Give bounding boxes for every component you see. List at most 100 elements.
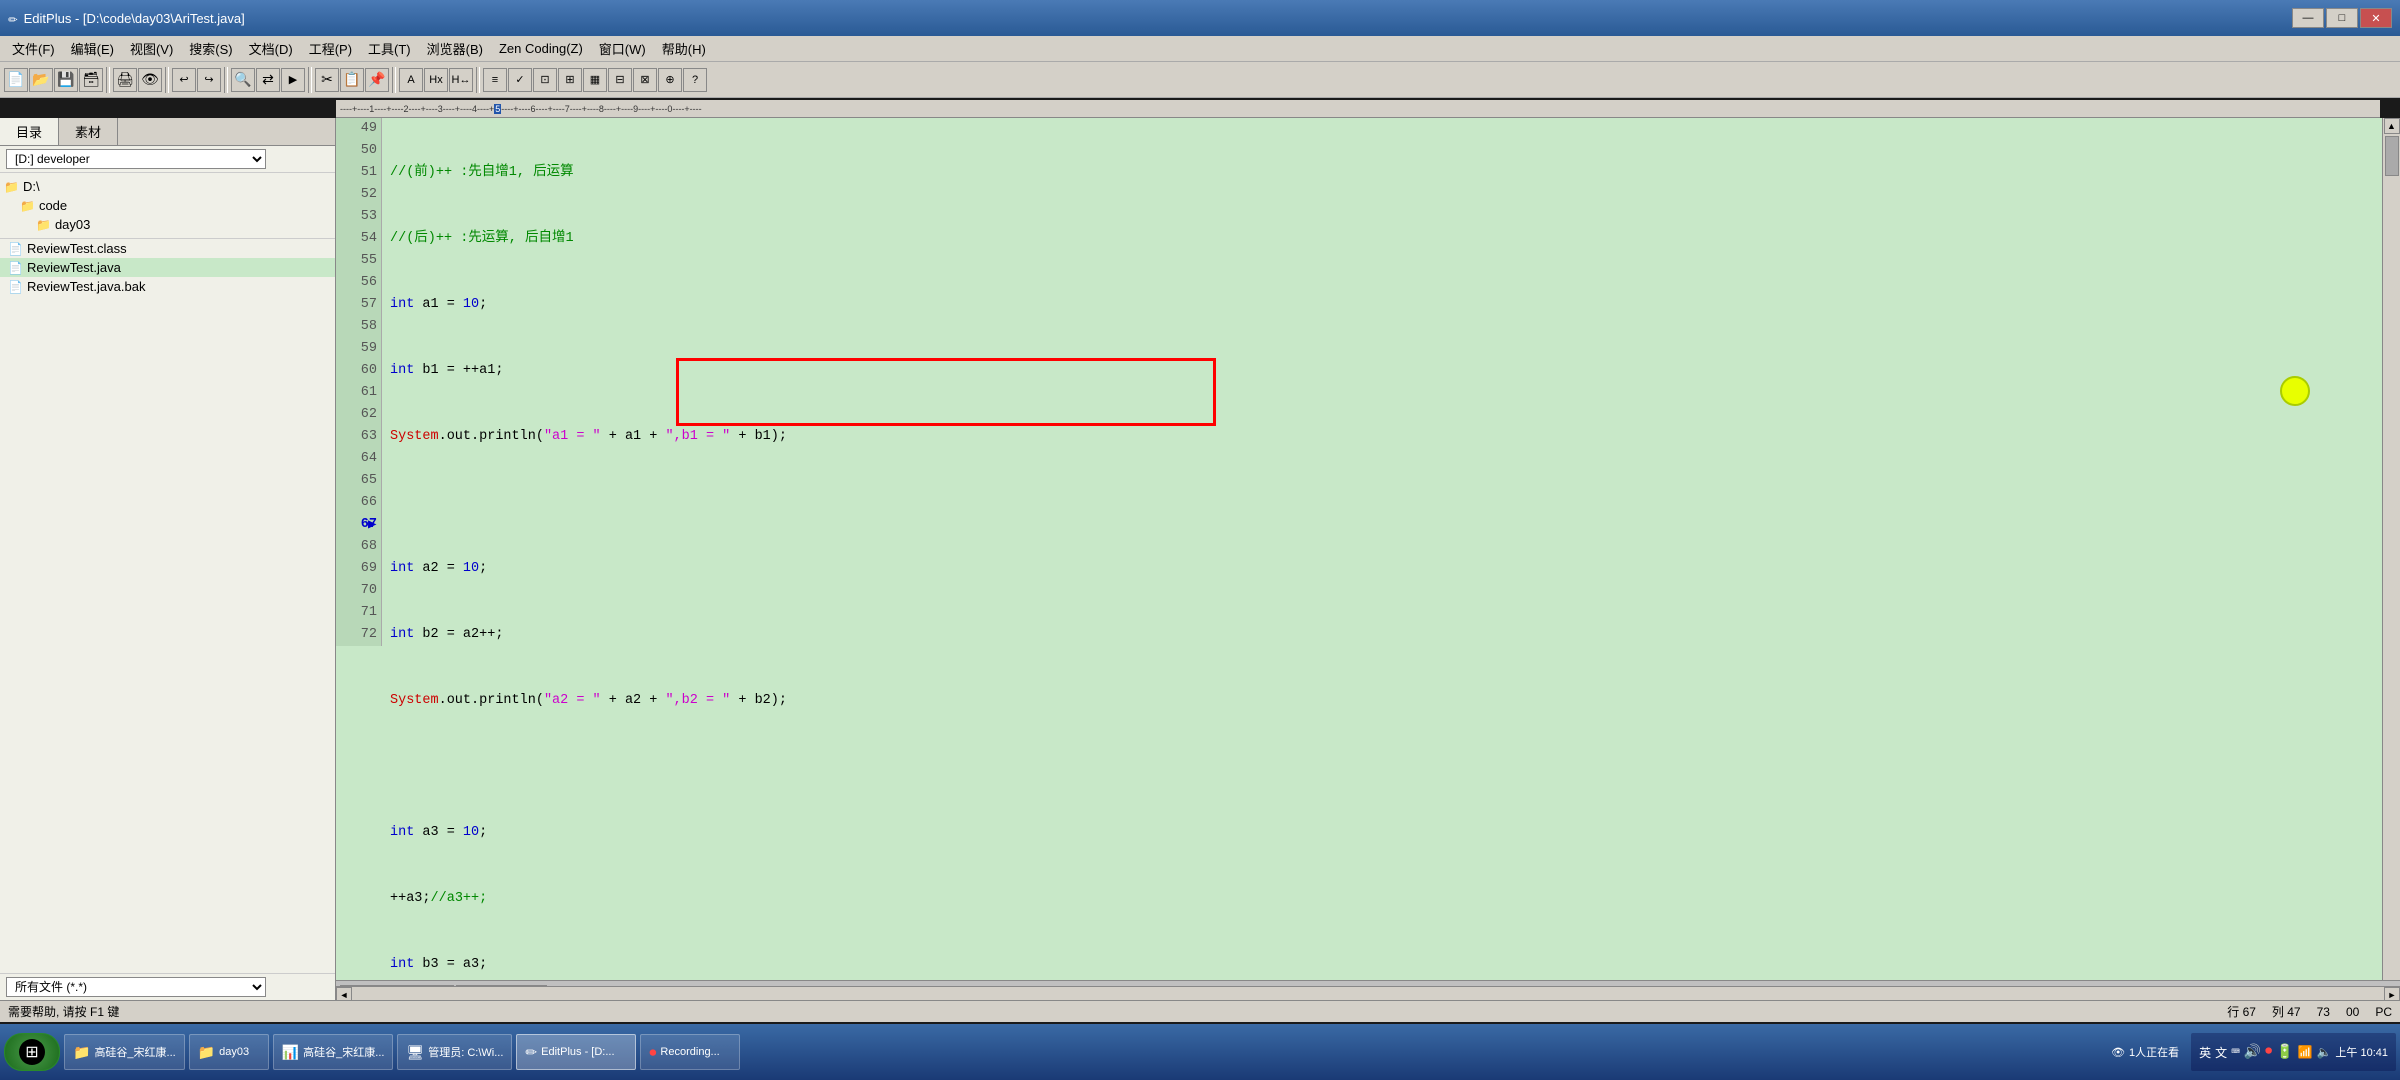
tray-ime-icon[interactable]: 文 xyxy=(2215,1044,2227,1061)
taskbar-icon-3: 📊 xyxy=(282,1044,299,1061)
file-label-java: ReviewTest.java xyxy=(27,260,121,275)
tray-lang-icon[interactable]: 英 xyxy=(2199,1044,2211,1061)
taskbar-item-gaogui2[interactable]: 📊 高硅谷_宋红康... xyxy=(273,1034,394,1070)
find-button[interactable]: 🔍 xyxy=(231,68,255,92)
code-area[interactable]: 49 50 51 52 53 54 55 56 57 58 59 60 61 6… xyxy=(336,118,2400,1000)
replace-button[interactable]: ⇄ xyxy=(256,68,280,92)
toolbar-extra-1[interactable]: A xyxy=(399,68,423,92)
minimize-button[interactable]: — xyxy=(2292,8,2324,28)
redo-button[interactable]: ↪ xyxy=(197,68,221,92)
taskbar-label-3: 高硅谷_宋红康... xyxy=(303,1044,384,1060)
file-icon-java: 📄 xyxy=(8,261,23,275)
tray-speaker-icon[interactable]: 🔈 xyxy=(2316,1045,2331,1060)
file-icon-class: 📄 xyxy=(8,242,23,256)
code-line-51: int a1 = 10; xyxy=(390,294,2376,316)
taskbar-label-5: EditPlus - [D:... xyxy=(541,1046,614,1058)
tray-battery-icon[interactable]: 🔋 xyxy=(2276,1044,2293,1061)
taskbar-icon-1: 📁 xyxy=(73,1044,90,1061)
toolbar-extra-5[interactable]: ✓ xyxy=(508,68,532,92)
taskbar-item-editplus[interactable]: ✏ EditPlus - [D:... xyxy=(516,1034,636,1070)
line-num-65: 65 xyxy=(340,470,377,492)
v-scrollbar[interactable]: ▲ ▼ xyxy=(2382,118,2400,1000)
menu-view[interactable]: 视图(V) xyxy=(122,37,181,60)
taskbar-icon-2: 📁 xyxy=(198,1044,215,1061)
menu-file[interactable]: 文件(F) xyxy=(4,37,63,60)
open-button[interactable]: 📂 xyxy=(29,68,53,92)
toolbar-extra-3[interactable]: H↔ xyxy=(449,68,473,92)
code-line-58 xyxy=(390,756,2376,778)
file-item-reviewtest-java[interactable]: 📄 ReviewTest.java xyxy=(0,258,335,277)
line-num-57: 57 xyxy=(340,294,377,316)
line-numbers: 49 50 51 52 53 54 55 56 57 58 59 60 61 6… xyxy=(336,118,382,646)
toolbar-extra-9[interactable]: ⊟ xyxy=(608,68,632,92)
file-item-reviewtest-class[interactable]: 📄 ReviewTest.class xyxy=(0,239,335,258)
line-num-51: 51 xyxy=(340,162,377,184)
toolbar-extra-10[interactable]: ⊠ xyxy=(633,68,657,92)
main-layout: 目录 素材 [D:] developer 📁 D:\ 📁 code 📁 day0… xyxy=(0,118,2400,1000)
taskbar-item-day03[interactable]: 📁 day03 xyxy=(189,1034,269,1070)
menu-doc[interactable]: 文档(D) xyxy=(241,37,301,60)
maximize-button[interactable]: □ xyxy=(2326,8,2358,28)
find-next-button[interactable]: ▶ xyxy=(281,68,305,92)
print-button[interactable]: 🖨 xyxy=(113,68,137,92)
menu-zen[interactable]: Zen Coding(Z) xyxy=(491,39,591,58)
toolbar: 📄 📂 💾 🗃 🖨 👁 ↩ ↪ 🔍 ⇄ ▶ ✂ 📋 📌 A Hx H↔ ≡ ✓ … xyxy=(0,62,2400,98)
tray-volume-icon[interactable]: 🔊 xyxy=(2244,1044,2261,1061)
toolbar-separator-2 xyxy=(165,67,169,93)
menu-edit[interactable]: 编辑(E) xyxy=(63,37,122,60)
undo-button[interactable]: ↩ xyxy=(172,68,196,92)
status-row: 行 67 xyxy=(2227,1003,2256,1020)
tray-record-icon[interactable]: ⏺ xyxy=(2265,1044,2272,1060)
line-num-68: 68 xyxy=(340,536,377,558)
menu-window[interactable]: 窗口(W) xyxy=(591,37,654,60)
sidebar-tab-directory[interactable]: 目录 xyxy=(0,118,59,145)
taskbar-item-recording[interactable]: ⏺ Recording... xyxy=(640,1034,740,1070)
file-filter-select[interactable]: 所有文件 (*.*) xyxy=(6,977,266,997)
sidebar-tab-material[interactable]: 素材 xyxy=(59,118,118,145)
menu-project[interactable]: 工程(P) xyxy=(301,37,360,60)
taskbar-item-gaogui1[interactable]: 📁 高硅谷_宋红康... xyxy=(64,1034,185,1070)
menu-help[interactable]: 帮助(H) xyxy=(654,37,714,60)
file-item-reviewtest-bak[interactable]: 📄 ReviewTest.java.bak xyxy=(0,277,335,296)
tray-keyboard-icon[interactable]: ⌨ xyxy=(2231,1044,2239,1061)
cut-button[interactable]: ✂ xyxy=(315,68,339,92)
toolbar-extra-11[interactable]: ⊕ xyxy=(658,68,682,92)
tray-network-icon[interactable]: 📶 xyxy=(2298,1045,2313,1060)
copy-button[interactable]: 📋 xyxy=(340,68,364,92)
scroll-thumb[interactable] xyxy=(2385,136,2399,176)
line-num-56: 56 xyxy=(340,272,377,294)
code-line-54 xyxy=(390,492,2376,514)
status-num00: 00 xyxy=(2346,1005,2359,1019)
status-encoding: PC xyxy=(2375,1005,2392,1019)
save-button[interactable]: 💾 xyxy=(54,68,78,92)
folder-item-d[interactable]: 📁 D:\ xyxy=(0,177,335,196)
toolbar-separator-3 xyxy=(224,67,228,93)
close-button[interactable]: ✕ xyxy=(2360,8,2392,28)
paste-button[interactable]: 📌 xyxy=(365,68,389,92)
toolbar-extra-4[interactable]: ≡ xyxy=(483,68,507,92)
scroll-up-button[interactable]: ▲ xyxy=(2384,118,2400,134)
toolbar-extra-2[interactable]: Hx xyxy=(424,68,448,92)
menu-search[interactable]: 搜索(S) xyxy=(181,37,240,60)
folder-select[interactable]: [D:] developer xyxy=(6,149,266,169)
toolbar-extra-12[interactable]: ? xyxy=(683,68,707,92)
save-all-button[interactable]: 🗃 xyxy=(79,68,103,92)
folder-label-day03: day03 xyxy=(55,217,90,232)
toolbar-extra-8[interactable]: ▦ xyxy=(583,68,607,92)
toolbar-extra-6[interactable]: ⊡ xyxy=(533,68,557,92)
menu-browser[interactable]: 浏览器(B) xyxy=(419,37,491,60)
code-line-56: int b2 = a2++; xyxy=(390,624,2376,646)
start-button[interactable]: ⊞ xyxy=(4,1033,60,1071)
new-button[interactable]: 📄 xyxy=(4,68,28,92)
print-preview-button[interactable]: 👁 xyxy=(138,68,162,92)
folder-item-day03[interactable]: 📁 day03 xyxy=(0,215,335,234)
status-col: 列 47 xyxy=(2272,1003,2301,1020)
code-content[interactable]: //(前)++ :先自增1, 后运算 //(后)++ :先运算, 后自增1 in… xyxy=(386,118,2380,1000)
folder-item-code[interactable]: 📁 code xyxy=(0,196,335,215)
taskbar-item-cmd[interactable]: 🖥 管理员: C:\Wi... xyxy=(397,1034,512,1070)
line-num-58: 58 xyxy=(340,316,377,338)
toolbar-extra-7[interactable]: ⊞ xyxy=(558,68,582,92)
viewer-count: 👁 1人正在看 xyxy=(2111,1044,2179,1060)
file-label-bak: ReviewTest.java.bak xyxy=(27,279,146,294)
menu-tools[interactable]: 工具(T) xyxy=(360,37,419,60)
